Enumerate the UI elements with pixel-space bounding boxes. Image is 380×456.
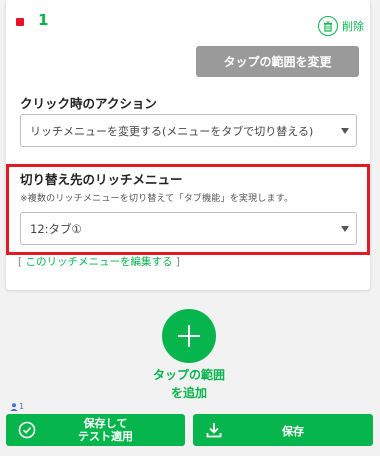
change-tap-range-button[interactable]: タップの範囲を変更 — [196, 46, 359, 77]
trash-icon — [318, 16, 338, 36]
chevron-down-icon — [341, 226, 349, 232]
download-icon — [205, 421, 223, 442]
click-action-label: クリック時のアクション — [20, 96, 157, 111]
plus-icon — [178, 325, 200, 347]
area-color-marker — [16, 18, 24, 26]
switch-menu-hint: ※複数のリッチメニューを切り替えて「タブ機能」を実現します。 — [20, 194, 294, 204]
user-icon — [10, 402, 18, 411]
click-action-select[interactable]: リッチメニューを変更する(メニューをタブで切り替える) — [20, 114, 357, 147]
switch-menu-select[interactable]: 12:タブ① — [20, 212, 357, 245]
check-circle-icon — [18, 421, 36, 442]
edit-rich-menu-link[interactable]: このリッチメニューを編集する — [25, 256, 172, 268]
add-tap-area-button[interactable] — [162, 309, 216, 363]
switch-menu-value: 12:タブ① — [30, 221, 82, 236]
delete-label: 削除 — [342, 20, 364, 33]
save-and-test-button[interactable]: 保存して テスト適用 — [6, 414, 185, 446]
save-label: 保存 — [282, 425, 304, 438]
user-count: 1 — [10, 402, 24, 411]
add-tap-area-label[interactable]: タップの範囲 を追加 — [130, 366, 248, 402]
click-action-value: リッチメニューを変更する(メニューをタブで切り替える) — [30, 124, 314, 138]
edit-menu-link-row: [ このリッチメニューを編集する ] — [18, 256, 180, 268]
switch-menu-label: 切り替え先のリッチメニュー — [20, 172, 183, 187]
save-and-test-label: 保存して テスト適用 — [78, 417, 133, 443]
chevron-down-icon — [341, 128, 349, 134]
delete-button[interactable]: 削除 — [318, 15, 364, 37]
save-button[interactable]: 保存 — [193, 414, 373, 446]
area-number: 1 — [38, 11, 49, 29]
